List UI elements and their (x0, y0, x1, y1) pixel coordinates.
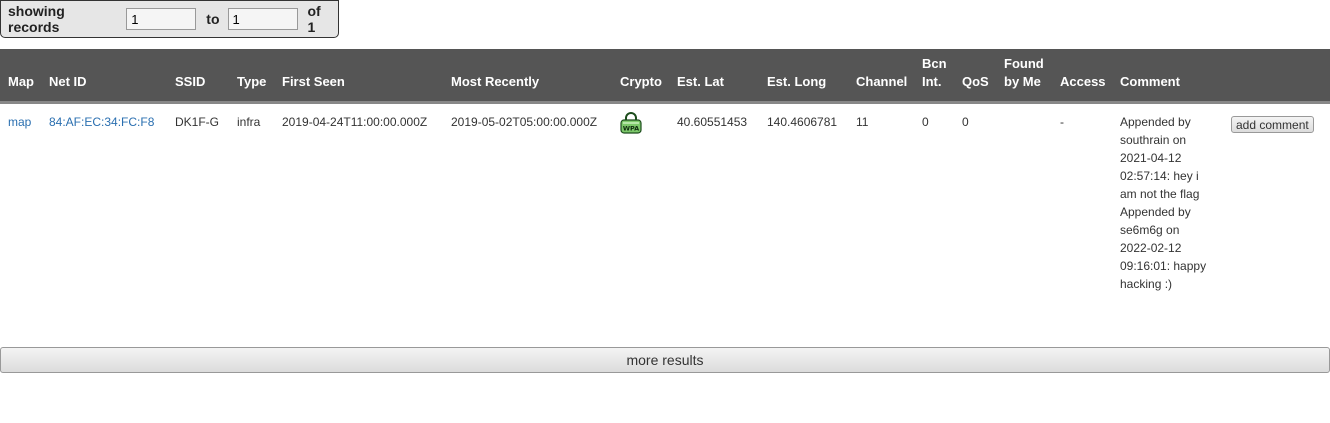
type-cell: infra (237, 115, 261, 129)
bcn-int-cell: 0 (922, 115, 929, 129)
col-header-found-by-me[interactable]: Found by Me (996, 49, 1052, 104)
col-header-type[interactable]: Type (229, 49, 274, 104)
col-header-access[interactable]: Access (1052, 49, 1112, 104)
record-from-input[interactable] (126, 8, 197, 30)
access-cell: - (1060, 115, 1064, 129)
ssid-cell: DK1F-G (175, 115, 220, 129)
col-header-est-lat[interactable]: Est. Lat (669, 49, 759, 104)
results-table-container: Map Net ID SSID Type First Seen Most Rec… (0, 49, 1330, 293)
pager: showing records to of 1 (0, 0, 339, 38)
col-header-comment[interactable]: Comment (1112, 49, 1223, 104)
of-total-label: of 1 (307, 3, 321, 35)
col-header-map[interactable]: Map (0, 49, 41, 104)
table-row: map 84:AF:EC:34:FC:F8 DK1F-G infra 2019-… (0, 103, 1330, 294)
add-comment-button[interactable]: add comment (1231, 116, 1314, 133)
showing-records-label: showing records (8, 3, 65, 35)
to-label: to (206, 11, 220, 27)
record-to-input[interactable] (227, 8, 298, 30)
found-by-me-cell (996, 103, 1052, 294)
qos-cell: 0 (962, 115, 969, 129)
crypto-text: WPA (623, 125, 639, 133)
col-header-first-seen[interactable]: First Seen (274, 49, 443, 104)
results-table: Map Net ID SSID Type First Seen Most Rec… (0, 49, 1330, 293)
col-header-crypto[interactable]: Crypto (612, 49, 669, 104)
col-header-netid[interactable]: Net ID (41, 49, 167, 104)
long-cell: 140.4606781 (767, 115, 838, 129)
wpa-lock-icon: WPA (620, 111, 642, 139)
more-results-button[interactable]: more results (0, 347, 1330, 373)
col-header-bcn-int[interactable]: Bcn Int. (914, 49, 954, 104)
netid-link[interactable]: 84:AF:EC:34:FC:F8 (49, 115, 154, 129)
col-header-est-long[interactable]: Est. Long (759, 49, 848, 104)
first-seen-cell: 2019-04-24T11:00:00.000Z (282, 115, 428, 129)
col-header-most-recently[interactable]: Most Recently (443, 49, 612, 104)
most-recently-cell: 2019-05-02T05:00:00.000Z (451, 115, 598, 129)
col-header-channel[interactable]: Channel (848, 49, 914, 104)
col-header-ssid[interactable]: SSID (167, 49, 229, 104)
comment-text: Appended by southrain on 2021-04-12 02:5… (1120, 115, 1207, 291)
col-header-qos[interactable]: QoS (954, 49, 996, 104)
channel-cell: 11 (856, 115, 869, 129)
col-header-actions (1223, 49, 1330, 104)
table-header-row: Map Net ID SSID Type First Seen Most Rec… (0, 49, 1330, 104)
lat-cell: 40.60551453 (677, 115, 748, 129)
map-link[interactable]: map (8, 115, 31, 129)
